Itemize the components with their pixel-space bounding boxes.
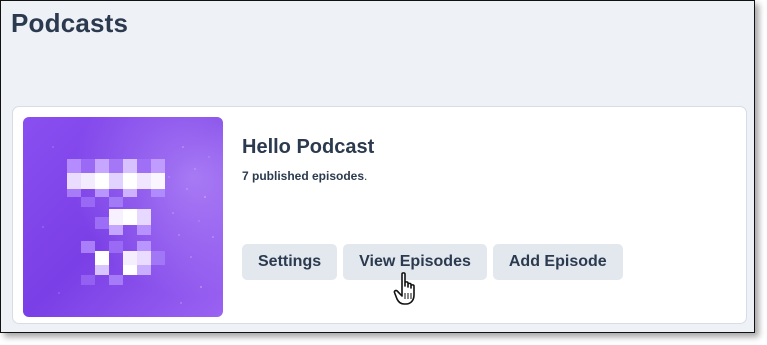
page-title: Podcasts	[11, 8, 129, 38]
settings-button[interactable]: Settings	[242, 244, 338, 280]
hand-pointer-icon	[393, 272, 415, 305]
podcast-title[interactable]: Hello Podcast	[242, 136, 374, 159]
episodes-count-text: 7 published episodes.	[242, 169, 367, 183]
add-episode-button[interactable]: Add Episode	[492, 244, 623, 280]
episodes-count: 7 published episodes	[242, 169, 365, 183]
podcast-cover-image	[23, 117, 223, 317]
podcast-actions: Settings View Episodes Add Episode	[242, 244, 623, 280]
pixelated-cover-art	[23, 117, 223, 317]
podcast-card: Hello Podcast 7 published episodes. Sett…	[12, 106, 747, 324]
episodes-count-suffix: .	[364, 169, 368, 183]
window-frame: Podcasts Hello Podcast 7 published episo…	[0, 0, 755, 333]
